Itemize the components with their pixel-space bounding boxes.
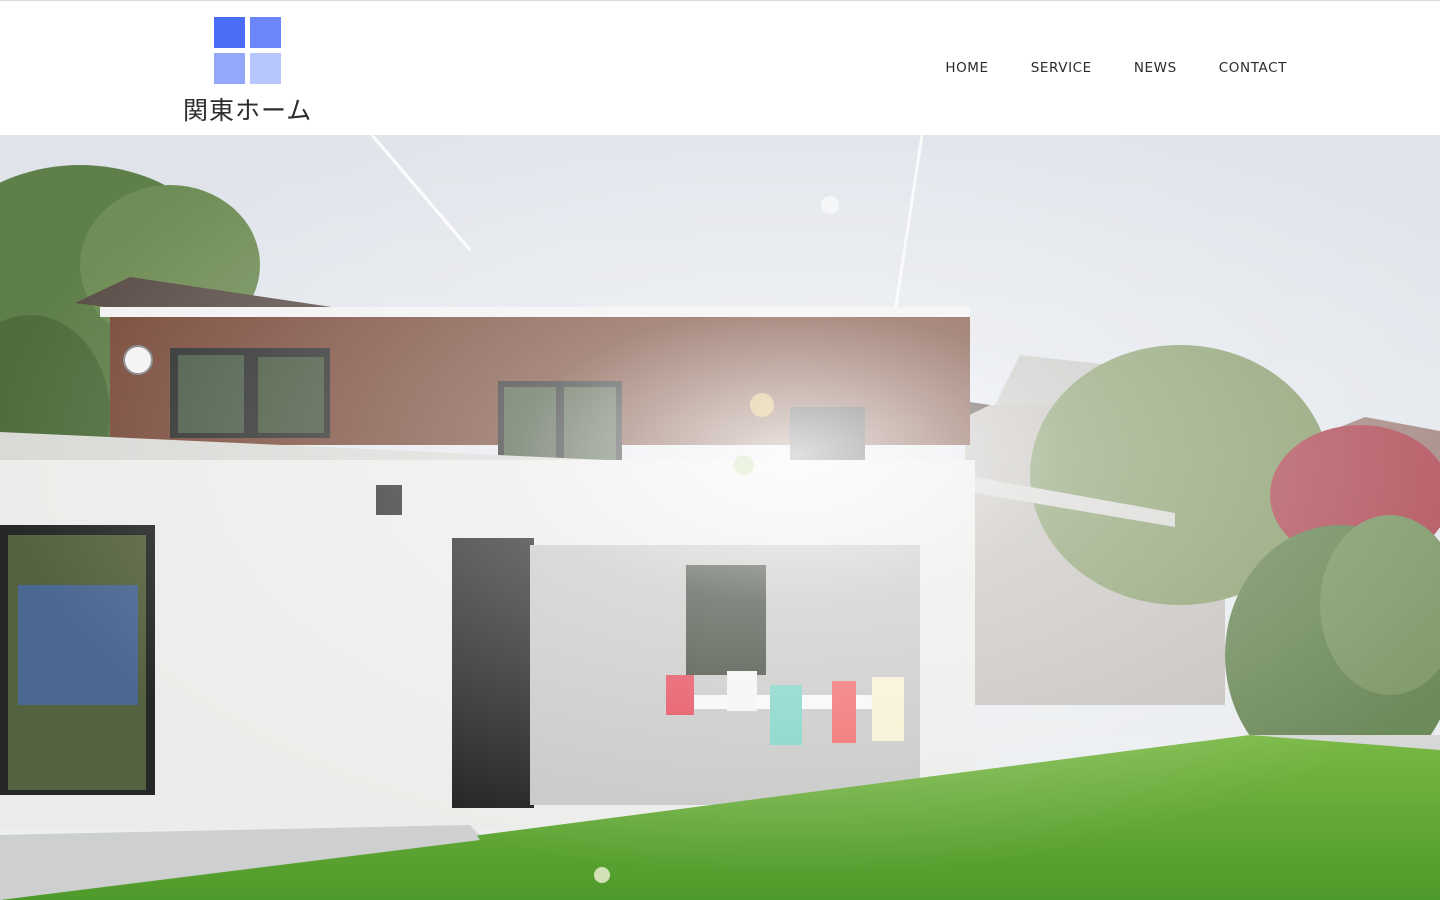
main-nav: HOME SERVICE NEWS CONTACT bbox=[903, 57, 1287, 79]
site-header: 関東ホーム HOME SERVICE NEWS CONTACT bbox=[0, 1, 1440, 135]
brand-logo[interactable]: 関東ホーム bbox=[180, 13, 320, 125]
nav-contact[interactable]: CONTACT bbox=[1219, 57, 1287, 79]
hero-image bbox=[0, 135, 1440, 900]
house-exterior-illustration bbox=[0, 135, 1440, 900]
brand-name: 関東ホーム bbox=[183, 96, 313, 125]
nav-news[interactable]: NEWS bbox=[1134, 57, 1177, 79]
nav-home[interactable]: HOME bbox=[945, 57, 988, 79]
brand-mark-icon bbox=[214, 17, 282, 85]
nav-service[interactable]: SERVICE bbox=[1031, 57, 1092, 79]
